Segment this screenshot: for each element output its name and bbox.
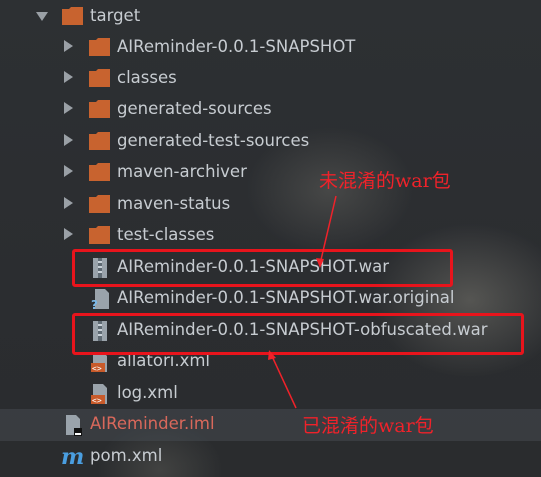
obfuscated-annotation: 已混淆的war包 [302, 415, 434, 437]
annotation-arrows [268, 195, 337, 409]
arrow-line-unobfuscated [319, 195, 337, 265]
arrow-line-obfuscated [270, 353, 297, 409]
unobfuscated-annotation: 未混淆的war包 [319, 170, 451, 192]
arrow-head-icon [268, 350, 276, 360]
arrow-head-icon [316, 258, 324, 268]
project-tree: target AIReminder-0.0.1-SNAPSHOT classes… [0, 0, 541, 477]
